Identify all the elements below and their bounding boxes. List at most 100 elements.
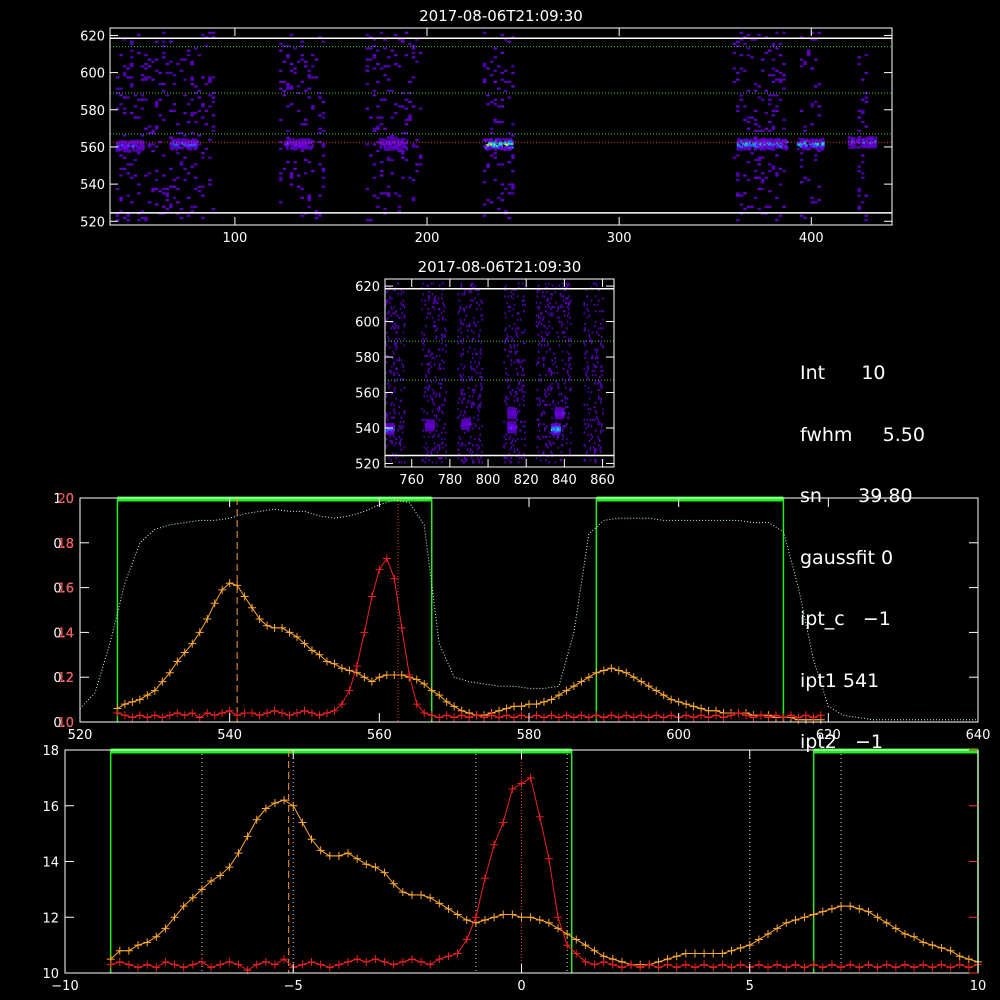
data-point	[398, 957, 407, 966]
data-point	[113, 709, 122, 718]
y-tick-label: 600	[355, 316, 380, 331]
data-point	[562, 711, 571, 720]
info-sn: sn 39.80	[800, 485, 913, 507]
data-point	[569, 682, 578, 691]
spectrum-offset-series-1	[110, 777, 979, 971]
data-point	[764, 929, 773, 938]
data-point	[298, 818, 307, 827]
data-point	[782, 963, 791, 972]
data-point	[462, 916, 471, 925]
data-point	[465, 713, 474, 722]
data-point	[526, 913, 535, 922]
data-point	[672, 963, 681, 972]
right-tick-label: 18	[57, 537, 74, 552]
data-point	[900, 960, 909, 969]
data-point	[152, 963, 161, 972]
data-point	[128, 697, 137, 706]
right-tick-label: 16	[57, 582, 74, 597]
data-point	[689, 702, 698, 711]
data-point	[502, 711, 511, 720]
data-point	[937, 960, 946, 969]
data-point	[946, 946, 955, 955]
right-tick-label: 14	[57, 626, 74, 641]
data-point	[667, 711, 676, 720]
data-point	[330, 659, 339, 668]
data-point	[360, 673, 369, 682]
y-tick-label: 520	[355, 457, 380, 472]
data-point	[322, 709, 331, 718]
x-tick-label: 640	[966, 728, 991, 743]
data-point	[614, 713, 623, 722]
data-point	[517, 913, 526, 922]
data-point	[344, 957, 353, 966]
data-point	[115, 957, 124, 966]
data-point	[134, 963, 143, 972]
data-point	[882, 918, 891, 927]
data-point	[577, 711, 586, 720]
data-point	[622, 668, 631, 677]
data-point	[614, 666, 623, 675]
data-point	[397, 670, 406, 679]
data-point	[891, 963, 900, 972]
data-point	[547, 695, 556, 704]
data-point	[367, 592, 376, 601]
data-point	[727, 711, 736, 720]
spectrum-offset-series-1-markers	[106, 773, 982, 975]
data-point	[195, 713, 204, 722]
data-point	[471, 913, 480, 922]
data-point	[517, 779, 526, 788]
x-tick-label: 780	[437, 473, 462, 488]
spectrogram-top-title: 2017-08-06T21:09:30	[419, 7, 583, 25]
data-point	[360, 628, 369, 637]
data-point	[727, 946, 736, 955]
data-point	[179, 963, 188, 972]
data-point	[135, 695, 144, 704]
data-point	[270, 960, 279, 969]
data-point	[337, 664, 346, 673]
y-tick-label: 620	[355, 280, 380, 295]
data-point	[225, 957, 234, 966]
data-point	[298, 960, 307, 969]
data-point	[248, 709, 257, 718]
data-point	[197, 957, 206, 966]
data-point	[652, 711, 661, 720]
data-point	[700, 960, 709, 969]
data-point	[827, 960, 836, 969]
data-point	[444, 952, 453, 961]
data-point	[727, 963, 736, 972]
data-point	[652, 686, 661, 695]
data-point	[584, 673, 593, 682]
data-point	[637, 677, 646, 686]
data-point	[627, 960, 636, 969]
data-point	[210, 711, 219, 720]
data-point	[742, 711, 751, 720]
data-point	[590, 960, 599, 969]
data-point	[165, 711, 174, 720]
data-point	[800, 963, 809, 972]
data-point	[293, 709, 302, 718]
data-point	[928, 963, 937, 972]
data-point	[472, 711, 481, 720]
y-tick-label: 540	[80, 178, 105, 193]
data-point	[280, 796, 289, 805]
data-point	[450, 713, 459, 722]
data-point	[427, 711, 436, 720]
y-tick-label: 560	[355, 387, 380, 402]
data-point	[362, 957, 371, 966]
data-point	[562, 686, 571, 695]
x-tick-label: 840	[552, 473, 577, 488]
data-point	[510, 702, 519, 711]
x-tick-label: 200	[415, 231, 440, 246]
data-point	[745, 941, 754, 950]
data-point	[203, 614, 212, 623]
data-point	[442, 711, 451, 720]
data-point	[617, 963, 626, 972]
data-point	[800, 913, 809, 922]
data-point	[278, 623, 287, 632]
data-point	[782, 918, 791, 927]
data-point	[240, 709, 249, 718]
data-point	[855, 904, 864, 913]
data-point	[554, 713, 563, 722]
data-point	[170, 960, 179, 969]
data-point	[216, 960, 225, 969]
